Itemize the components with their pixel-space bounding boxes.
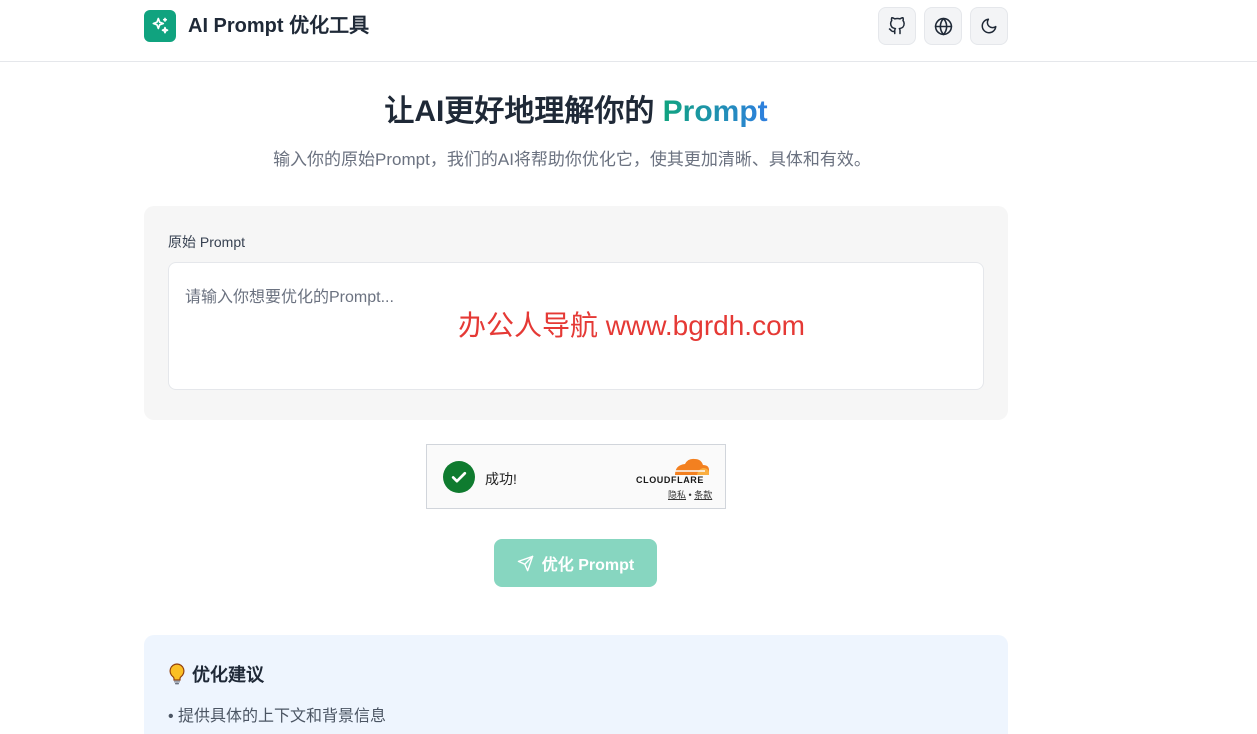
moon-icon — [981, 18, 997, 34]
tips-header: 优化建议 — [168, 661, 264, 687]
theme-toggle-button[interactable] — [970, 7, 1008, 45]
hero-title-main: 让AI更好地理解你的 — [384, 95, 663, 128]
top-header: AI Prompt 优化工具 — [0, 0, 1257, 62]
prompt-label: 原始 Prompt — [168, 234, 246, 250]
send-icon — [517, 555, 534, 571]
tips-list-item: • 提供具体的上下文和背景信息 — [168, 708, 387, 725]
prompt-textarea[interactable] — [168, 262, 984, 390]
globe-icon — [934, 17, 952, 35]
hero-title-accent: Prompt — [662, 95, 768, 128]
link-separator: • — [688, 490, 692, 500]
cloudflare-captcha-widget[interactable]: 成功! CLOUDFLARE 隐私 • 条款 — [426, 444, 726, 509]
optimize-button-label: 优化 Prompt — [541, 557, 635, 574]
lightbulb-icon — [169, 663, 185, 685]
app-logo — [144, 10, 176, 42]
hero-title: 让AI更好地理解你的 Prompt — [0, 92, 1152, 132]
tips-item-text: 提供具体的上下文和背景信息 — [178, 708, 387, 725]
app-title: AI Prompt 优化工具 — [188, 15, 370, 37]
cloudflare-brand: CLOUDFLARE — [636, 475, 704, 485]
github-button[interactable] — [878, 7, 916, 45]
hero-subtitle: 输入你的原始Prompt，我们的AI将帮助你优化它，使其更加清晰、具体和有效。 — [273, 150, 871, 169]
github-icon — [888, 17, 905, 35]
success-check-icon — [443, 461, 475, 493]
terms-link[interactable]: 条款 — [694, 490, 712, 500]
prompt-input-card: 原始 Prompt — [144, 206, 1008, 420]
captcha-links: 隐私 • 条款 — [668, 488, 712, 501]
privacy-link[interactable]: 隐私 — [668, 490, 686, 500]
cloudflare-cloud-icon — [675, 458, 709, 475]
optimize-prompt-button[interactable]: 优化 Prompt — [494, 539, 657, 587]
captcha-status: 成功! — [485, 471, 517, 487]
tips-title: 优化建议 — [192, 665, 264, 685]
language-button[interactable] — [924, 7, 962, 45]
tips-section: 优化建议 • 提供具体的上下文和背景信息 — [144, 635, 1008, 734]
sparkles-icon — [152, 17, 169, 34]
